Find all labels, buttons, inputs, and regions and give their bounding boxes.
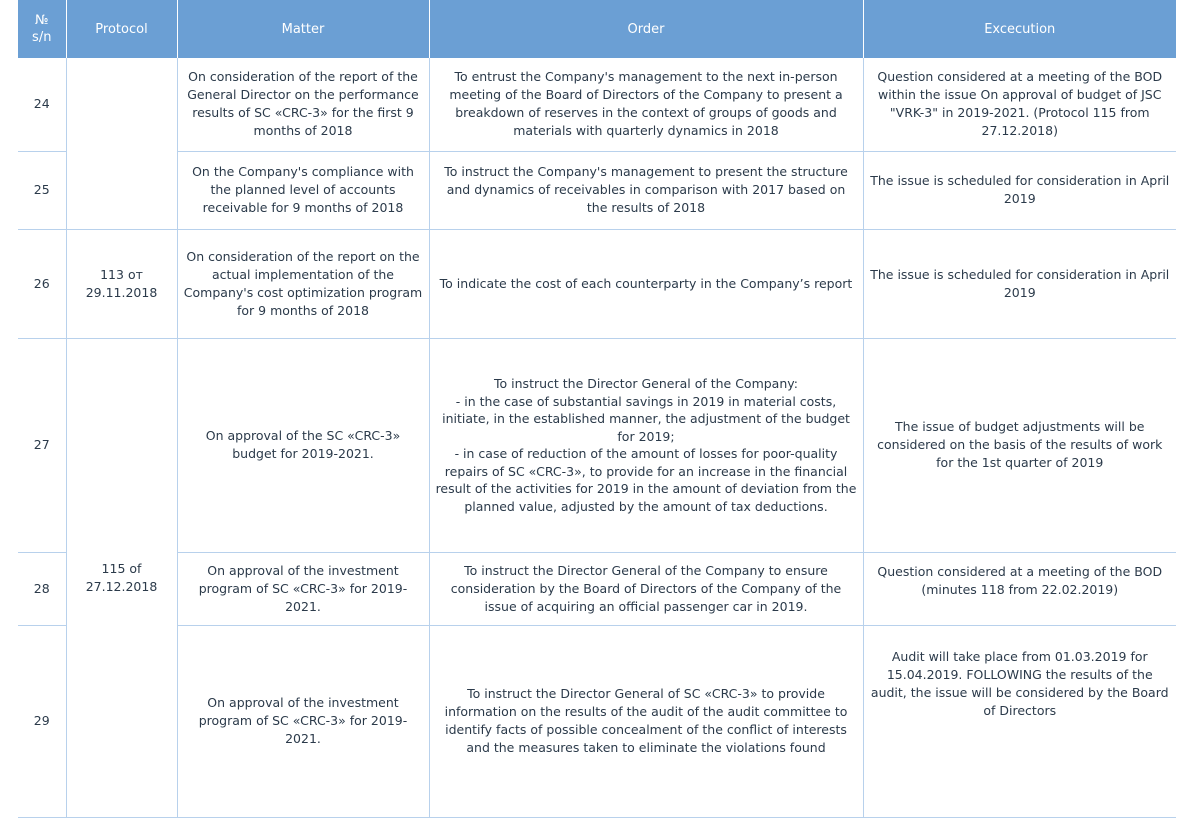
order-cell: To instruct the Director General of SC «… [428, 625, 864, 818]
execution-cell: Question considered at a meeting of the … [862, 552, 1176, 626]
row-number: 24 [18, 58, 67, 152]
matter-cell: On approval of the investment program of… [176, 552, 430, 626]
matter-cell: On consideration of the report on the ac… [176, 229, 430, 339]
execution-cell: The issue is scheduled for consideration… [862, 151, 1176, 230]
table-row: 25 On the Company's compliance with the … [18, 151, 1176, 230]
matter-cell: On approval of the SC «CRC-3» budget for… [176, 338, 430, 553]
execution-cell: The issue of budget adjustments will be … [862, 338, 1176, 553]
document-page: № s/n Protocol Matter Order Excecution 2… [0, 0, 1200, 822]
row-number: 29 [18, 625, 67, 818]
header-execution: Excecution [863, 0, 1176, 58]
header-matter: Matter [177, 0, 430, 58]
order-cell: To instruct the Director General of the … [428, 338, 864, 553]
header-protocol: Protocol [66, 0, 178, 58]
bod-decisions-table: № s/n Protocol Matter Order Excecution 2… [18, 0, 1176, 818]
matter-cell: On consideration of the report of the Ge… [176, 58, 430, 152]
order-cell: To instruct the Director General of the … [428, 552, 864, 626]
row-number: 27 [18, 338, 67, 553]
header-number: № s/n [18, 0, 67, 58]
row-number: 28 [18, 552, 67, 626]
protocol-cell: 113 от 29.11.2018 [65, 229, 178, 339]
order-cell: To indicate the cost of each counterpart… [428, 229, 864, 339]
table-row: 28 On approval of the investment program… [18, 552, 1176, 626]
execution-cell: The issue is scheduled for consideration… [862, 229, 1176, 339]
order-cell: To instruct the Company's management to … [428, 151, 864, 230]
order-line: To instruct the Director General of the … [494, 376, 798, 391]
protocol-cell-empty [65, 58, 178, 230]
order-cell: To entrust the Company's management to t… [428, 58, 864, 152]
protocol-cell: 115 of 27.12.2018 [65, 338, 178, 818]
table-header-row: № s/n Protocol Matter Order Excecution [18, 0, 1176, 58]
matter-cell: On approval of the investment program of… [176, 625, 430, 818]
header-order: Order [429, 0, 864, 58]
execution-cell: Question considered at a meeting of the … [862, 58, 1176, 152]
order-line: - in the case of substantial savings in … [442, 393, 850, 444]
matter-cell: On the Company's compliance with the pla… [176, 151, 430, 230]
row-number: 25 [18, 151, 67, 230]
execution-cell: Audit will take place from 01.03.2019 fo… [862, 625, 1176, 818]
table-row: 24 On consideration of the report of the… [18, 58, 1176, 230]
order-line: - in case of reduction of the amount of … [435, 446, 857, 514]
table-row: 26 113 от 29.11.2018 On consideration of… [18, 229, 1176, 339]
table-row: 29 On approval of the investment program… [18, 625, 1176, 818]
row-number: 26 [18, 229, 67, 339]
table-row: 27 115 of 27.12.2018 On approval of the … [18, 338, 1176, 818]
